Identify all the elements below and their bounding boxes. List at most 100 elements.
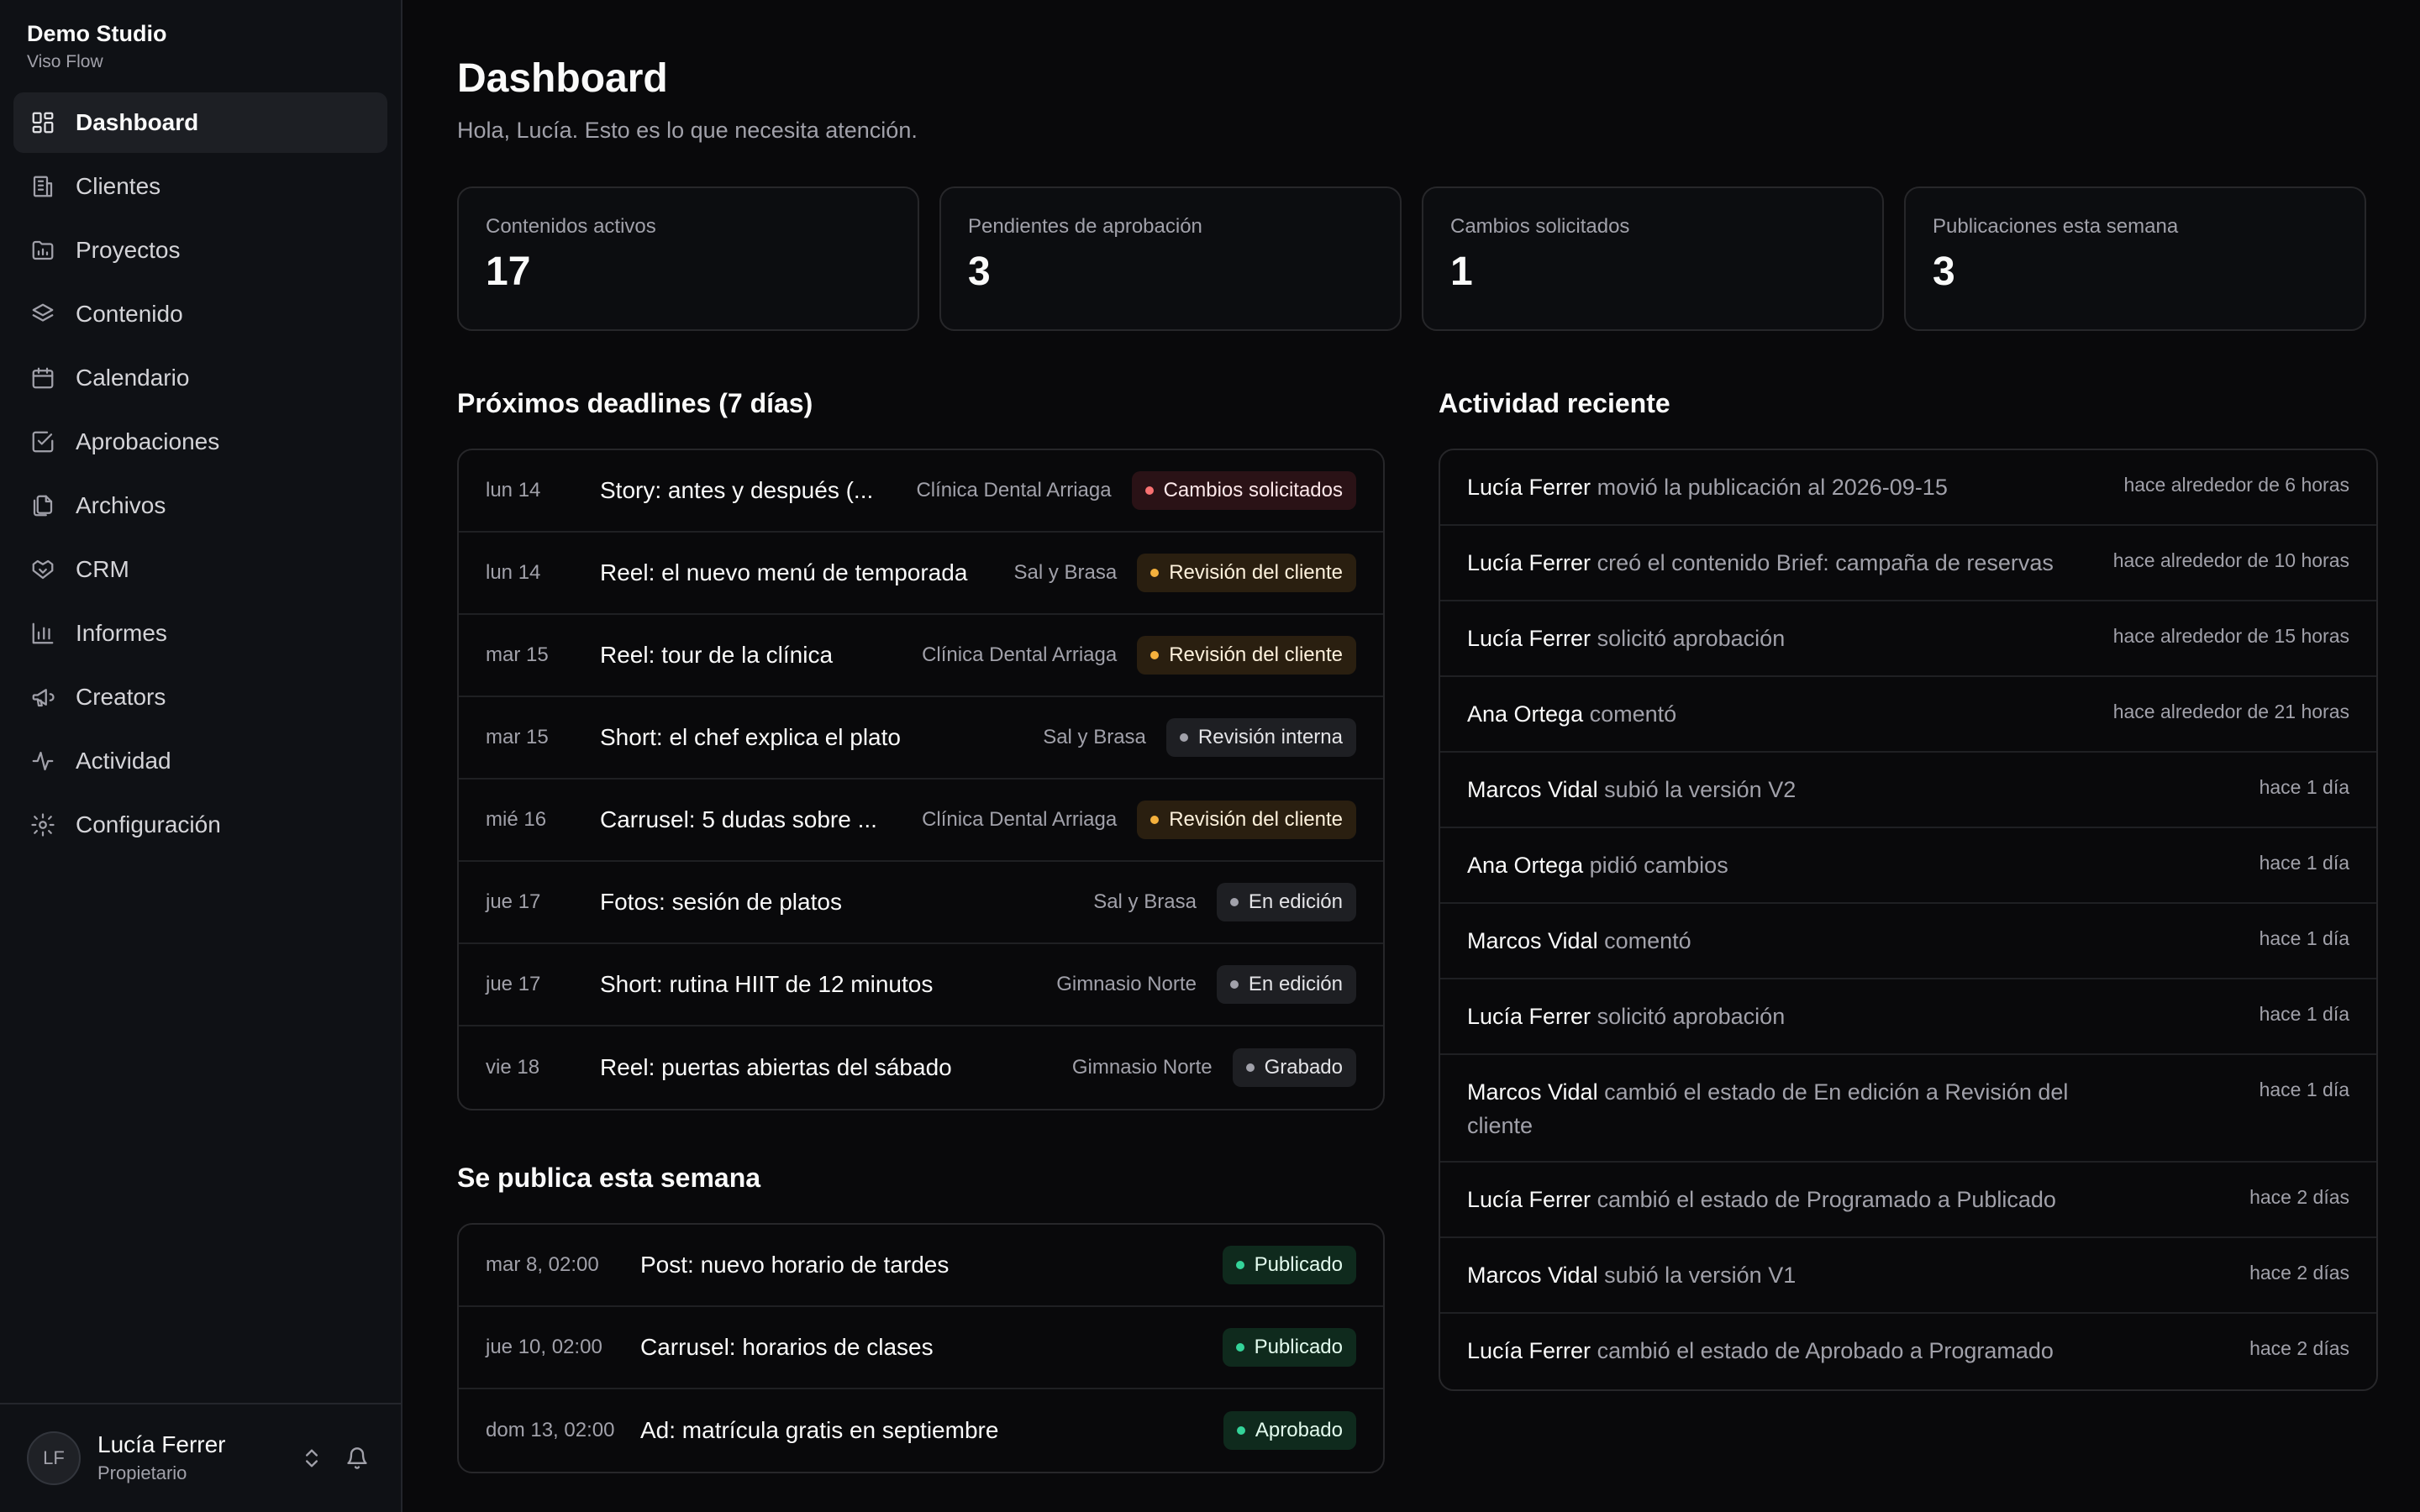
brand-product: Viso Flow [27, 52, 103, 71]
stat-label: Publicaciones esta semana [1933, 215, 2179, 238]
deadline-row[interactable]: mié 16 Carrusel: 5 dudas sobre ... Clínica… [459, 780, 1383, 862]
deadline-title[interactable]: Short: el chef explica el plato [600, 724, 1023, 751]
user-menu: LF Lucía Ferrer Propietario [0, 1403, 401, 1512]
sidebar-item-clientes[interactable]: Clientes [13, 156, 387, 217]
check-square-icon [30, 429, 55, 454]
gear-icon [30, 812, 55, 837]
status-label: Revisión del cliente [1169, 561, 1343, 584]
deadline-client: Gimnasio Norte [1056, 973, 1197, 995]
deadline-row[interactable]: lun 14 Reel: el nuevo menú de temporada Sa… [459, 533, 1383, 615]
stat-card: Pendientes de aprobación 3 [939, 186, 1402, 331]
sidebar-item-configuracion[interactable]: Configuración [13, 795, 387, 855]
sidebar-item-actividad[interactable]: Actividad [13, 731, 387, 791]
sidebar-item-informes[interactable]: Informes [13, 603, 387, 664]
files-icon [30, 493, 55, 518]
status-badge: Grabado [1232, 1048, 1356, 1087]
status-label: Grabado [1264, 1056, 1343, 1079]
sidebar-item-calendario[interactable]: Calendario [13, 348, 387, 408]
activity-action: cambió el estado de Programado a Publica… [1597, 1187, 2056, 1212]
status-dot [1150, 569, 1160, 577]
activity-action: solicitó aprobación [1597, 1004, 1786, 1029]
status-dot [1235, 1343, 1244, 1352]
publication-date: jue 10, 02:00 [486, 1336, 602, 1358]
publication-row[interactable]: dom 13, 02:00 Ad: matrícula gratis en sep… [459, 1389, 1383, 1472]
activity-time: hace 1 día [2259, 927, 2349, 949]
publication-title[interactable]: Carrusel: horarios de clases [640, 1334, 1202, 1361]
sidebar-item-creators[interactable]: Creators [13, 667, 387, 727]
activity-row: Marcos Vidal comentó hace 1 día [1440, 904, 2376, 979]
status-dot [1144, 486, 1154, 495]
activity-time: hace 1 día [2259, 852, 2349, 874]
publication-date: dom 13, 02:00 [486, 1419, 615, 1441]
activity-row: Ana Ortega comentó hace alrededor de 21 h… [1440, 677, 2376, 753]
bar-chart-icon [30, 621, 55, 646]
status-label: Publicado [1254, 1336, 1343, 1358]
sidebar: Demo Studio Viso Flow Dashboard Clientes P… [0, 0, 402, 1512]
sidebar-item-aprobaciones[interactable]: Aprobaciones [13, 412, 387, 472]
activity-time: hace 2 días [2249, 1337, 2349, 1359]
activity-text: Ana Ortega pidió cambios [1467, 848, 1728, 882]
activity-text: Marcos Vidal subió la versión V2 [1467, 773, 1796, 806]
sidebar-item-archivos[interactable]: Archivos [13, 475, 387, 536]
sidebar-item-proyectos[interactable]: Proyectos [13, 220, 387, 281]
right-column: Actividad reciente Lucía Ferrer movió la… [1439, 386, 2378, 1391]
sidebar-item-label: Archivos [76, 492, 166, 518]
deadline-client: Gimnasio Norte [1071, 1056, 1213, 1079]
deadline-row[interactable]: mar 15 Reel: tour de la clínica Clínica De… [459, 615, 1383, 697]
deadline-row[interactable]: mar 15 Short: el chef explica el plato Sal… [459, 697, 1383, 780]
publication-title[interactable]: Post: nuevo horario de tardes [640, 1252, 1202, 1278]
sidebar-nav: Dashboard Clientes Proyectos Contenido Calen… [0, 92, 401, 855]
sidebar-item-label: Clientes [76, 173, 161, 199]
stat-card: Contenidos activos 17 [457, 186, 919, 331]
deadline-title[interactable]: Carrusel: 5 dudas sobre ... [600, 806, 902, 833]
sidebar-item-contenido[interactable]: Contenido [13, 284, 387, 344]
publication-row[interactable]: mar 8, 02:00 Post: nuevo horario de tarde… [459, 1225, 1383, 1307]
deadline-date: vie 18 [486, 1056, 540, 1079]
deadline-title[interactable]: Story: antes y después (... [600, 477, 896, 504]
activity-actor: Ana Ortega [1467, 853, 1584, 878]
brand: Demo Studio Viso Flow [0, 0, 401, 76]
activity-time: hace 2 días [2249, 1186, 2349, 1208]
folder-chart-icon [30, 238, 55, 263]
megaphone-icon [30, 685, 55, 710]
deadline-title[interactable]: Reel: el nuevo menú de temporada [600, 559, 994, 586]
activity-row: Lucía Ferrer movió la publicación al 202… [1440, 450, 2376, 526]
bell-icon[interactable] [340, 1441, 374, 1475]
deadline-row[interactable]: lun 14 Story: antes y después (... Clínica… [459, 450, 1383, 533]
left-column: Próximos deadlines (7 días) lun 14 Story:… [457, 386, 1385, 1473]
status-badge: Publicado [1222, 1246, 1356, 1284]
publication-row[interactable]: jue 10, 02:00 Carrusel: horarios de clase… [459, 1307, 1383, 1389]
publication-title[interactable]: Ad: matrícula gratis en septiembre [640, 1417, 1203, 1444]
dashboard-icon [30, 110, 55, 135]
sidebar-item-label: Calendario [76, 365, 190, 391]
deadline-row[interactable]: jue 17 Fotos: sesión de platos Sal y Brasa… [459, 862, 1383, 944]
activity-text: Lucía Ferrer movió la publicación al 202… [1467, 470, 1948, 504]
avatar[interactable]: LF [27, 1431, 81, 1485]
activity-actor: Marcos Vidal [1467, 1079, 1598, 1105]
deadline-row[interactable]: vie 18 Reel: puertas abiertas del sábado G… [459, 1026, 1383, 1109]
deadline-date: lun 14 [486, 561, 541, 584]
activity-actor: Marcos Vidal [1467, 928, 1598, 953]
chevrons-up-down-icon[interactable] [295, 1441, 329, 1475]
deadline-client: Clínica Dental Arriaga [922, 808, 1118, 831]
deadline-title[interactable]: Short: rutina HIIT de 12 minutos [600, 971, 1036, 998]
deadline-client: Sal y Brasa [1093, 890, 1197, 913]
sidebar-item-crm[interactable]: CRM [13, 539, 387, 600]
activity-text: Marcos Vidal comentó [1467, 924, 1691, 958]
activity-action: subió la versión V2 [1604, 777, 1797, 802]
stat-value: 17 [486, 249, 531, 294]
status-dot [1150, 651, 1160, 659]
activity-action: movió la publicación al 2026-09-15 [1597, 475, 1948, 500]
deadline-title[interactable]: Reel: tour de la clínica [600, 642, 902, 669]
activity-title: Actividad reciente [1439, 388, 1670, 418]
sidebar-item-label: Proyectos [76, 237, 181, 263]
activity-actor: Lucía Ferrer [1467, 626, 1591, 651]
deadline-title[interactable]: Reel: puertas abiertas del sábado [600, 1054, 1052, 1081]
activity-text: Ana Ortega comentó [1467, 697, 1676, 731]
deadline-row[interactable]: jue 17 Short: rutina HIIT de 12 minutos Gi… [459, 944, 1383, 1026]
sidebar-item-dashboard[interactable]: Dashboard [13, 92, 387, 153]
status-label: Revisión del cliente [1169, 808, 1343, 831]
brand-name: Demo Studio [27, 21, 167, 46]
deadline-title[interactable]: Fotos: sesión de platos [600, 889, 1073, 916]
status-badge: Publicado [1222, 1328, 1356, 1367]
